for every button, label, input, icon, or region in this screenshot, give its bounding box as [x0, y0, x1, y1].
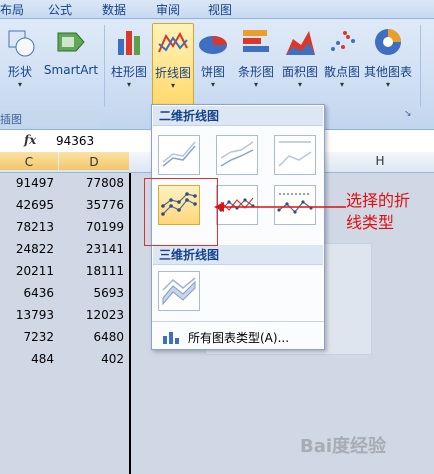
dropdown-arrow-icon: ▾: [170, 81, 175, 90]
annotation-text: 选择的折 线类型: [346, 190, 426, 234]
tab-layout[interactable]: 布局: [0, 1, 24, 18]
shapes-icon: [3, 25, 37, 59]
dropdown-arrow-icon: ▾: [126, 80, 131, 89]
stacked-line-option[interactable]: [216, 135, 258, 175]
all-chart-types-icon: [163, 332, 179, 344]
cell-c-1[interactable]: 91497: [0, 176, 54, 190]
cell-c-5[interactable]: 20211: [0, 264, 54, 278]
dropdown-arrow-icon: ▾: [385, 80, 390, 89]
percent-stacked-line-option[interactable]: [274, 135, 316, 175]
smartart-button[interactable]: SmartArt: [42, 23, 100, 77]
area-chart-button[interactable]: 面积图 ▾: [278, 23, 322, 90]
stacked-line-icon: [220, 141, 254, 167]
column-header-c[interactable]: C: [0, 152, 58, 170]
scatter-chart-button[interactable]: 散点图 ▾: [322, 23, 362, 90]
cell-c-4[interactable]: 24822: [0, 242, 54, 256]
area-chart-icon: [283, 25, 317, 59]
cell-d-4[interactable]: 23141: [60, 242, 124, 256]
tab-view[interactable]: 视图: [208, 1, 232, 18]
line-icon: [162, 141, 196, 167]
column-header-d[interactable]: D: [59, 152, 129, 170]
dropdown-arrow-icon: ▾: [339, 80, 344, 89]
pie-chart-icon: [196, 25, 230, 59]
tab-data[interactable]: 数据: [102, 1, 126, 18]
cell-d-7[interactable]: 12023: [60, 308, 124, 322]
formula-value[interactable]: 94363: [56, 134, 94, 148]
cell-d-1[interactable]: 77808: [60, 176, 124, 190]
watermark-logo: Bai度经验: [300, 436, 387, 457]
section-3d-line: 三维折线图: [153, 245, 323, 265]
scatter-chart-label: 散点图: [323, 65, 360, 79]
highlight-box: [144, 178, 218, 246]
ribbon-separator: [420, 25, 421, 107]
ribbon-separator: [104, 25, 105, 107]
cell-d-9[interactable]: 402: [60, 352, 124, 366]
percent-stacked-line-icon: [278, 141, 312, 167]
shapes-label: 形状: [7, 65, 32, 79]
annotation-line-1: 选择的折: [346, 191, 411, 210]
all-chart-types-link[interactable]: 所有图表类型(A)...: [158, 327, 318, 345]
line-chart-option[interactable]: [158, 135, 200, 175]
cell-d-6[interactable]: 5693: [60, 286, 124, 300]
scatter-chart-icon: [325, 25, 359, 59]
gallery-divider: [152, 321, 324, 322]
dropdown-arrow-icon: ▾: [210, 80, 215, 89]
all-chart-types-label: 所有图表类型(A)...: [188, 331, 290, 345]
annotation-arrow-icon: [214, 202, 346, 212]
3d-line-option[interactable]: [158, 271, 200, 311]
smartart-icon: [54, 25, 88, 59]
cell-c-6[interactable]: 6436: [0, 286, 54, 300]
bar-chart-button[interactable]: 条形图 ▾: [234, 23, 278, 90]
cell-d-3[interactable]: 70199: [60, 220, 124, 234]
tab-formulas[interactable]: 公式: [48, 1, 72, 18]
bar-chart-icon: [239, 25, 273, 59]
smartart-label: SmartArt: [43, 63, 99, 77]
group-label-illustrations: 插图: [0, 111, 100, 126]
cell-c-3[interactable]: 78213: [0, 220, 54, 234]
function-icon[interactable]: fx: [24, 133, 36, 147]
other-charts-button[interactable]: 其他图表 ▾: [362, 23, 414, 90]
cell-c-8[interactable]: 7232: [0, 330, 54, 344]
cell-c-9[interactable]: 484: [0, 352, 54, 366]
other-charts-icon: [371, 25, 405, 59]
column-divider: [129, 173, 131, 474]
dropdown-arrow-icon: ▾: [17, 80, 22, 89]
column-chart-icon: [112, 25, 146, 59]
tab-review[interactable]: 审阅: [156, 1, 180, 18]
other-charts-label: 其他图表: [363, 65, 412, 79]
column-divider: [58, 173, 59, 474]
pie-chart-label: 饼图: [200, 65, 225, 79]
column-header-h[interactable]: H: [340, 154, 420, 168]
cell-c-2[interactable]: 42695: [0, 198, 54, 212]
cell-d-8[interactable]: 6480: [60, 330, 124, 344]
line-chart-icon: [156, 26, 190, 60]
dropdown-arrow-icon: ▾: [297, 80, 302, 89]
cell-c-7[interactable]: 13793: [0, 308, 54, 322]
cell-d-5[interactable]: 18111: [60, 264, 124, 278]
3d-line-icon: [162, 277, 196, 306]
cell-d-2[interactable]: 35776: [60, 198, 124, 212]
ribbon-tab-bar: 布局 公式 数据 审阅 视图: [0, 0, 434, 18]
column-chart-label: 柱形图: [110, 65, 147, 79]
bar-chart-label: 条形图: [237, 65, 274, 79]
shapes-button[interactable]: 形状 ▾: [2, 23, 38, 90]
pie-chart-button[interactable]: 饼图 ▾: [196, 23, 230, 90]
dropdown-arrow-icon: ▾: [253, 80, 258, 89]
section-2d-line: 二维折线图: [153, 106, 323, 126]
column-chart-button[interactable]: 柱形图 ▾: [108, 23, 150, 90]
line-chart-label: 折线图: [154, 66, 191, 80]
line-chart-button[interactable]: 折线图 ▾: [152, 23, 194, 109]
dialog-launcher-icon[interactable]: ↘: [404, 109, 412, 119]
area-chart-label: 面积图: [281, 65, 318, 79]
annotation-line-2: 线类型: [346, 213, 395, 232]
